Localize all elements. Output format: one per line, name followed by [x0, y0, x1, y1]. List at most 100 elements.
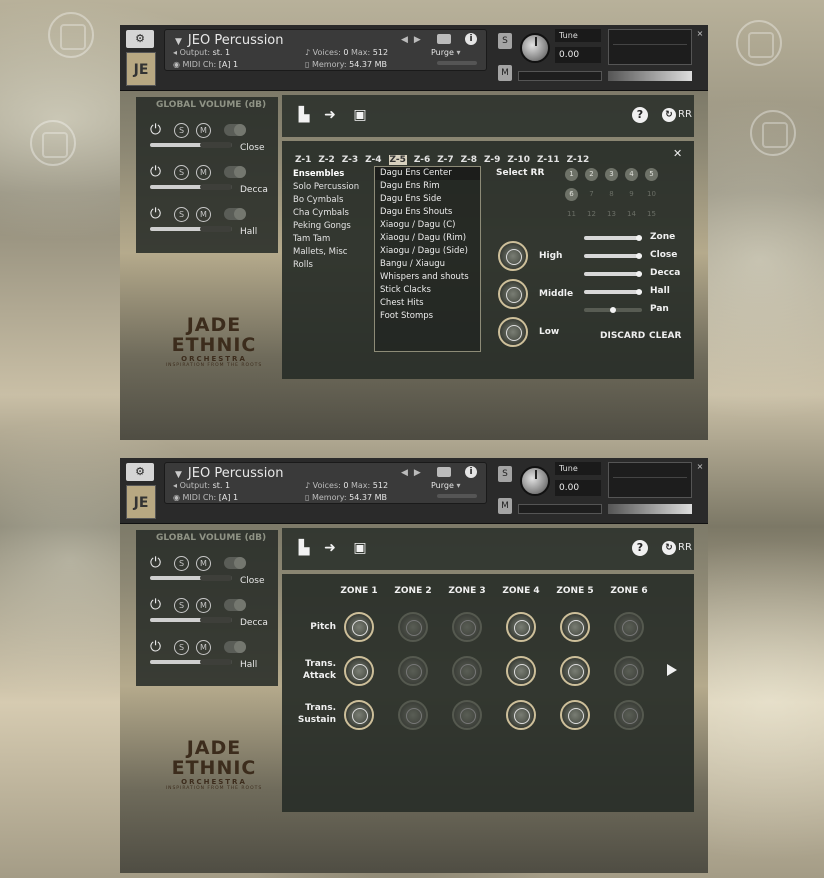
list-item[interactable]: Bo Cymbals [293, 194, 359, 207]
volume-slider[interactable] [150, 575, 232, 581]
tune-knob[interactable] [520, 33, 550, 63]
midi-row[interactable]: ◉ MIDI Ch: [A] 1 [173, 493, 238, 502]
zone-knob[interactable] [452, 656, 482, 686]
info-icon[interactable]: i [465, 33, 477, 45]
power-icon[interactable]: ⏻ [150, 165, 165, 180]
zone-knob[interactable] [560, 656, 590, 686]
volume-slider[interactable] [150, 184, 232, 190]
tab-z7[interactable]: Z-7 [437, 155, 453, 165]
toggle-switch[interactable] [224, 166, 246, 178]
volume-slider[interactable] [608, 504, 692, 514]
solo-button[interactable]: S [498, 33, 512, 49]
mute-toggle[interactable]: M [196, 207, 211, 222]
rr-number-button[interactable]: 4 [625, 168, 638, 181]
solo-button[interactable]: S [498, 466, 512, 482]
zone-knob[interactable] [344, 700, 374, 730]
save-icon[interactable]: ▣ [352, 107, 368, 123]
list-item[interactable]: Peking Gongs [293, 220, 359, 233]
midi-row[interactable]: ◉ MIDI Ch: [A] 1 [173, 60, 238, 69]
discard-button[interactable]: DISCARD [600, 331, 645, 341]
list-item[interactable]: Dagu Ens Center [375, 167, 480, 180]
rr-toggle[interactable]: ↻ RR [662, 107, 692, 123]
tab-z6[interactable]: Z-6 [414, 155, 430, 165]
import-icon[interactable]: ➜ [322, 107, 338, 123]
rr-number-button[interactable]: 3 [605, 168, 618, 181]
play-icon[interactable] [667, 664, 677, 676]
pan-slider[interactable] [584, 307, 642, 313]
volume-slider[interactable] [608, 71, 692, 81]
help-icon[interactable]: ? [632, 540, 648, 556]
toggle-switch[interactable] [224, 124, 246, 136]
instrument-name[interactable]: ▼ JEO Percussion [175, 466, 284, 481]
new-file-icon[interactable]: ▙ [296, 107, 312, 123]
list-item[interactable]: Foot Stomps [375, 310, 480, 323]
new-file-icon[interactable]: ▙ [296, 540, 312, 556]
instrument-name[interactable]: ▼ JEO Percussion [175, 33, 284, 48]
zone-knob[interactable] [452, 612, 482, 642]
rr-number-button[interactable]: 7 [585, 188, 598, 201]
zone-knob[interactable] [614, 656, 644, 686]
zone-knob[interactable] [398, 656, 428, 686]
rr-number-button[interactable]: 2 [585, 168, 598, 181]
close-icon[interactable]: ✕ [673, 147, 682, 160]
eq-high-knob[interactable] [498, 241, 528, 271]
list-item[interactable]: Dagu Ens Side [375, 193, 480, 206]
power-icon[interactable]: ⏻ [150, 123, 165, 138]
zone-knob[interactable] [560, 700, 590, 730]
toggle-switch[interactable] [224, 641, 246, 653]
zone-knob[interactable] [506, 700, 536, 730]
solo-toggle[interactable]: S [174, 556, 189, 571]
tab-z8[interactable]: Z-8 [461, 155, 477, 165]
tab-z4[interactable]: Z-4 [365, 155, 381, 165]
tune-knob[interactable] [520, 466, 550, 496]
zone-slider[interactable] [584, 235, 642, 241]
zone-knob[interactable] [560, 612, 590, 642]
mute-toggle[interactable]: M [196, 640, 211, 655]
list-item[interactable]: Dagu Ens Shouts [375, 206, 480, 219]
list-item[interactable]: Chest Hits [375, 297, 480, 310]
list-item[interactable]: Xiaogu / Dagu (Side) [375, 245, 480, 258]
rr-number-button[interactable]: 12 [585, 208, 598, 221]
dropdown-icon[interactable]: ▼ [175, 37, 182, 47]
rr-number-button[interactable]: 13 [605, 208, 618, 221]
rr-number-button[interactable]: 9 [625, 188, 638, 201]
list-item[interactable]: Dagu Ens Rim [375, 180, 480, 193]
import-icon[interactable]: ➜ [322, 540, 338, 556]
mute-toggle[interactable]: M [196, 123, 211, 138]
list-item[interactable]: Solo Percussion [293, 181, 359, 194]
mute-button[interactable]: M [498, 498, 512, 514]
tab-z11[interactable]: Z-11 [537, 155, 560, 165]
list-item[interactable]: Stick Clacks [375, 284, 480, 297]
list-item[interactable]: Ensembles [293, 168, 359, 181]
solo-toggle[interactable]: S [174, 165, 189, 180]
info-icon[interactable]: i [465, 466, 477, 478]
mute-toggle[interactable]: M [196, 165, 211, 180]
close-icon[interactable]: × [696, 29, 704, 38]
volume-slider[interactable] [150, 142, 232, 148]
solo-toggle[interactable]: S [174, 640, 189, 655]
power-icon[interactable]: ⏻ [150, 640, 165, 655]
volume-slider[interactable] [150, 226, 232, 232]
tab-z9[interactable]: Z-9 [484, 155, 500, 165]
list-item[interactable]: Rolls [293, 259, 359, 272]
hall-slider[interactable] [584, 289, 642, 295]
list-item[interactable]: Tam Tam [293, 233, 359, 246]
list-item[interactable]: Whispers and shouts [375, 271, 480, 284]
zone-knob[interactable] [506, 656, 536, 686]
tab-z3[interactable]: Z-3 [342, 155, 358, 165]
volume-slider[interactable] [150, 617, 232, 623]
pan-bar[interactable] [518, 71, 602, 81]
rr-number-button[interactable]: 10 [645, 188, 658, 201]
rr-number-button[interactable]: 11 [565, 208, 578, 221]
zone-knob[interactable] [506, 612, 536, 642]
toggle-switch[interactable] [224, 557, 246, 569]
tab-z2[interactable]: Z-2 [318, 155, 334, 165]
zone-knob[interactable] [344, 612, 374, 642]
tab-z10[interactable]: Z-10 [507, 155, 530, 165]
rr-number-button[interactable]: 15 [645, 208, 658, 221]
list-item[interactable]: Cha Cymbals [293, 207, 359, 220]
purge-menu[interactable]: Purge ▾ [431, 481, 460, 490]
rr-number-button[interactable]: 6 [565, 188, 578, 201]
zone-knob[interactable] [614, 700, 644, 730]
volume-slider[interactable] [150, 659, 232, 665]
